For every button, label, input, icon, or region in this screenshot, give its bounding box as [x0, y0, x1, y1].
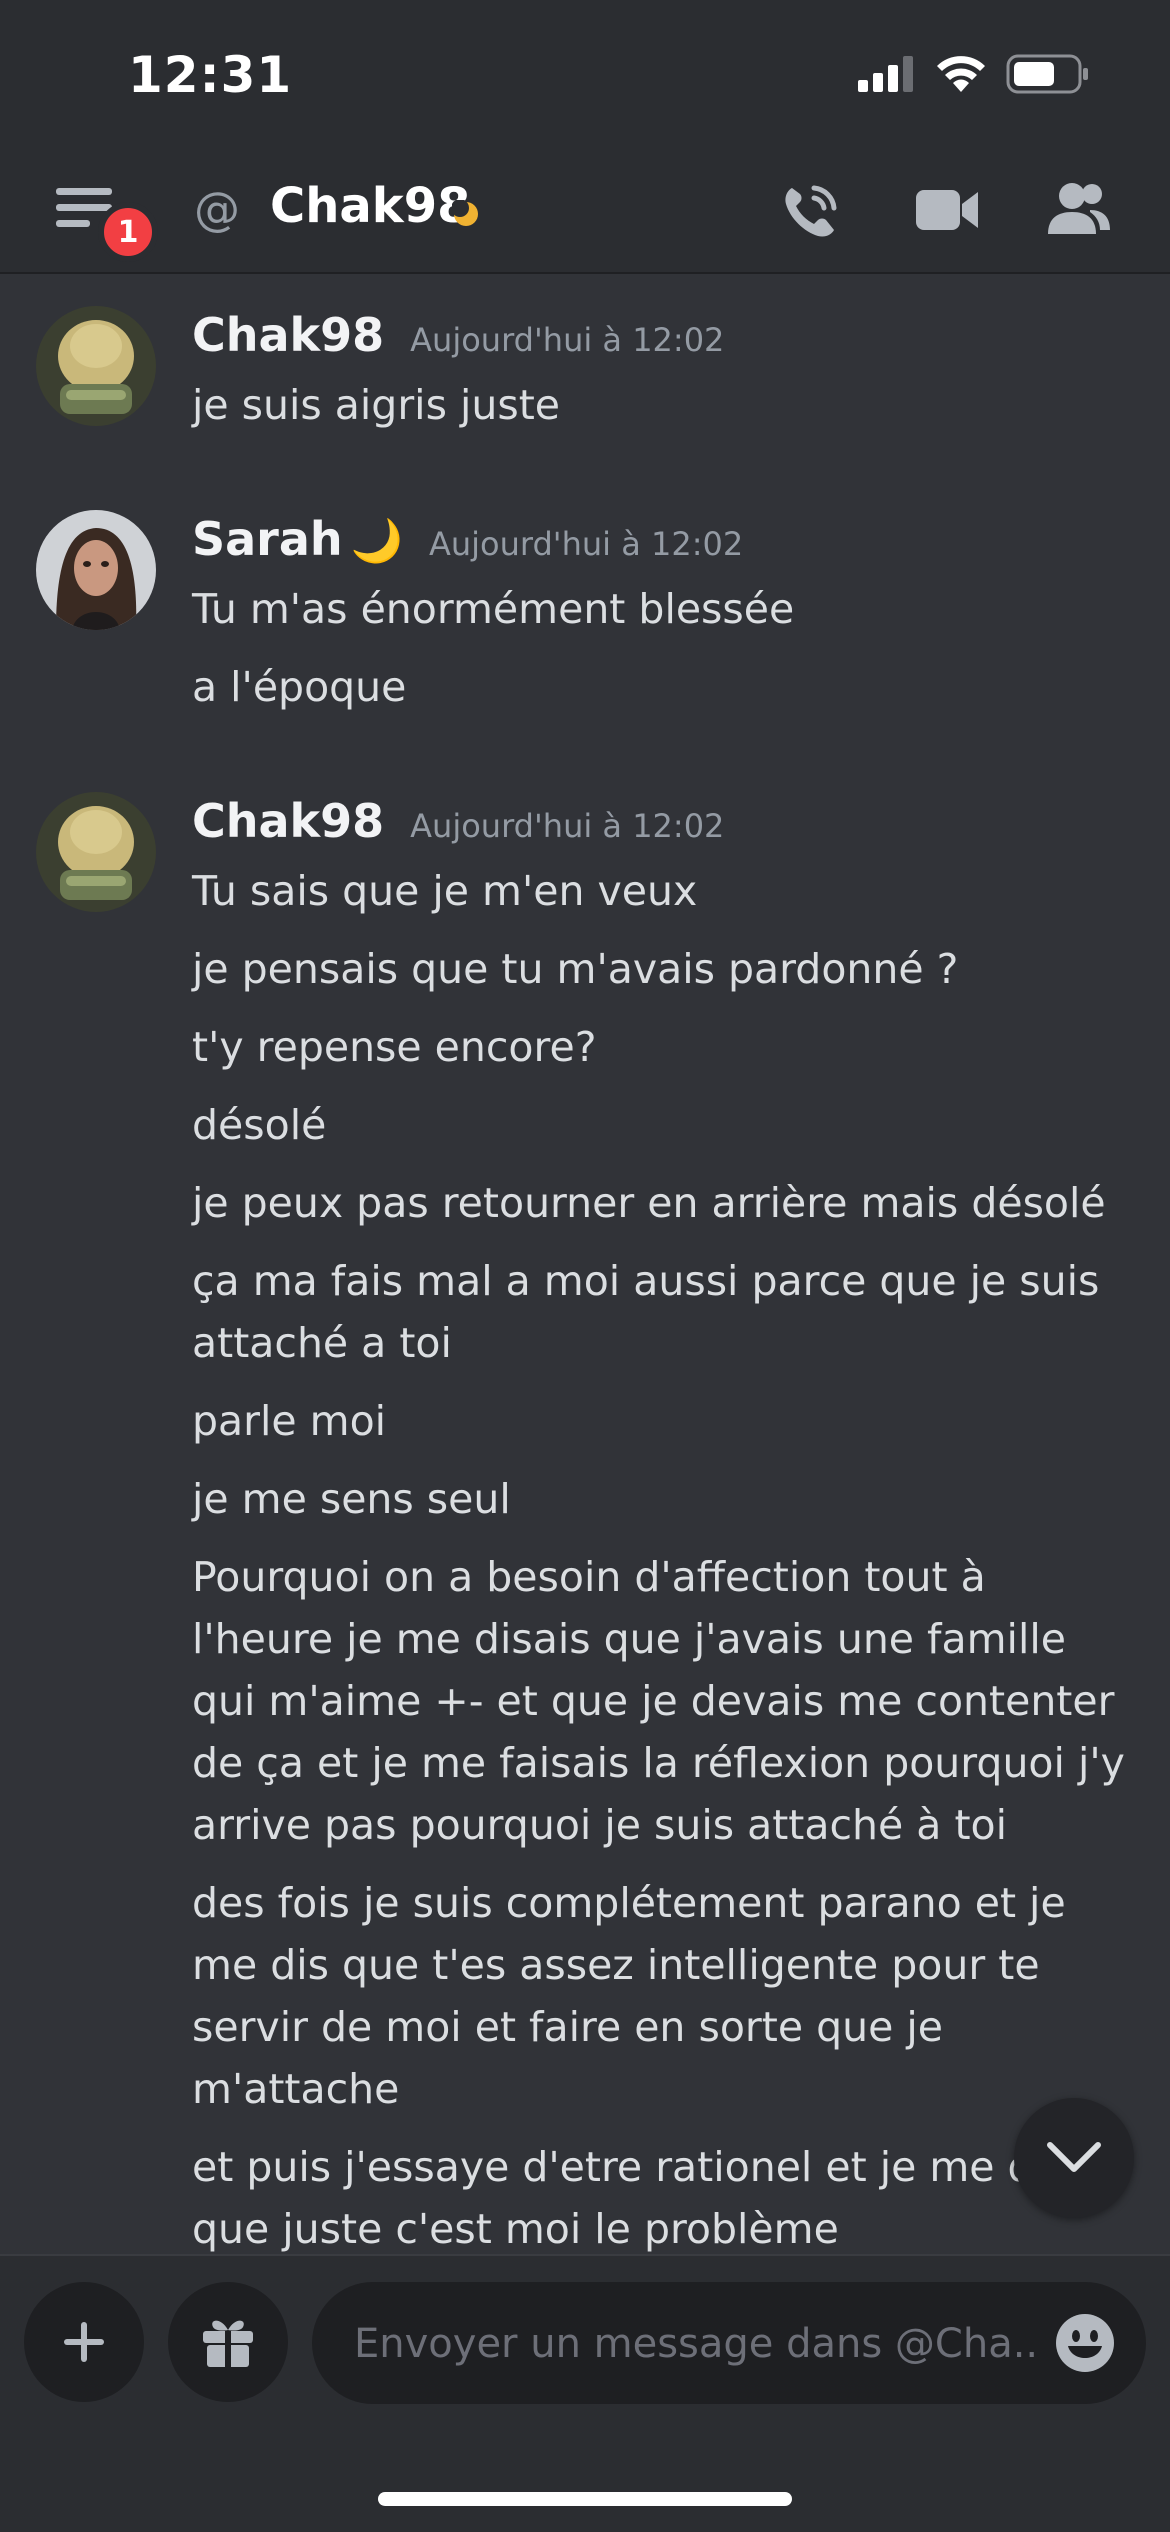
message-line: désolé — [192, 1101, 327, 1149]
app-root: 12:31 1 @ Chak98 Chak98 Aujourd'hui à 12… — [0, 0, 1170, 2532]
add-attachment-button[interactable] — [24, 2282, 144, 2402]
chevron-down-icon — [1047, 2142, 1101, 2172]
avatar-chak98-image — [36, 792, 156, 912]
message-header: Sarah 🌙 Aujourd'hui à 12:02 — [192, 512, 743, 566]
notification-badge: 1 — [98, 202, 158, 262]
status-indicators — [858, 54, 1090, 94]
author-name[interactable]: Chak98 — [192, 308, 384, 362]
author-name[interactable]: Sarah — [192, 512, 343, 566]
message-header: Chak98 Aujourd'hui à 12:02 — [192, 794, 724, 848]
message-line: des fois je suis complétement parano et … — [192, 1879, 1066, 2113]
message-line: Tu sais que je m'en veux — [192, 867, 698, 915]
message-input[interactable] — [352, 2312, 1036, 2376]
message-content: Tu sais que je m'en veux je pensais que … — [192, 860, 1132, 2254]
message-line: parle moi — [192, 1397, 387, 1445]
scroll-to-bottom-button[interactable] — [1014, 2098, 1134, 2218]
author-emoji: 🌙 — [350, 516, 403, 565]
cellular-signal-icon — [858, 56, 913, 92]
message-line: je pensais que tu m'avais pardonné ? — [192, 945, 959, 993]
members-icon[interactable] — [1046, 180, 1112, 236]
phone-call-icon[interactable] — [780, 180, 842, 242]
plus-icon — [64, 2322, 104, 2362]
message-list[interactable]: Chak98 Aujourd'hui à 12:02 je suis aigri… — [0, 274, 1170, 2254]
message-content: je suis aigris juste — [192, 374, 1132, 452]
channel-title[interactable]: Chak98 — [270, 178, 471, 234]
home-indicator-bar — [378, 2492, 792, 2506]
message-line: et puis j'essaye d'etre rationel et je m… — [192, 2143, 1067, 2253]
message-timestamp: Aujourd'hui à 12:02 — [428, 525, 744, 563]
message-input-container — [312, 2282, 1146, 2404]
avatar[interactable] — [36, 792, 156, 912]
message-line: je suis aigris juste — [192, 381, 560, 429]
message-timestamp: Aujourd'hui à 12:02 — [410, 807, 725, 845]
author-name[interactable]: Chak98 — [192, 794, 384, 848]
message-line: Pourquoi on a besoin d'affection tout à … — [192, 1553, 1125, 1849]
message-line: ça ma fais mal a moi aussi parce que je … — [192, 1257, 1100, 1367]
avatar[interactable] — [36, 306, 156, 426]
message-line: Tu m'as énormément blessée — [192, 585, 795, 633]
emoji-icon[interactable] — [1054, 2312, 1116, 2374]
status-time: 12:31 — [128, 46, 293, 104]
channel-header: 1 @ Chak98 — [0, 160, 1170, 262]
gift-icon — [203, 2320, 253, 2367]
message-line: je peux pas retourner en arrière mais dé… — [192, 1179, 1106, 1227]
message-line: je me sens seul — [192, 1475, 511, 1523]
message-line: t'y repense encore? — [192, 1023, 597, 1071]
message-header: Chak98 Aujourd'hui à 12:02 — [192, 308, 724, 362]
battery-icon — [1006, 54, 1088, 94]
at-icon: @ — [194, 182, 240, 236]
idle-status-icon — [452, 200, 478, 226]
message-content: Tu m'as énormément blessée a l'époque — [192, 578, 1132, 734]
video-camera-icon[interactable] — [914, 184, 980, 236]
gift-button[interactable] — [168, 2282, 288, 2402]
avatar-chak98-image — [36, 306, 156, 426]
message-composer — [0, 2254, 1170, 2532]
top-bar: 12:31 1 @ Chak98 — [0, 0, 1170, 274]
avatar[interactable] — [36, 510, 156, 630]
wifi-icon — [937, 56, 985, 92]
message-line: a l'époque — [192, 663, 407, 711]
message-timestamp: Aujourd'hui à 12:02 — [410, 321, 725, 359]
avatar-sarah-image — [36, 510, 156, 630]
